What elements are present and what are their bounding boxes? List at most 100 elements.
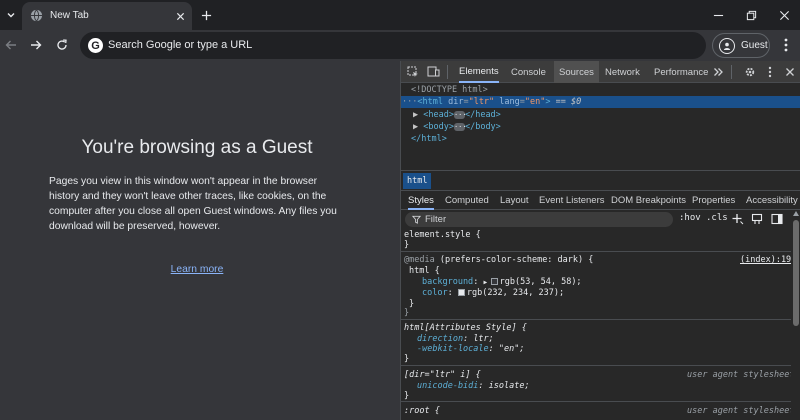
- profile-label: Guest: [741, 40, 768, 51]
- inspect-element-button[interactable]: [405, 64, 421, 80]
- minimize-button[interactable]: [708, 5, 728, 25]
- property-color[interactable]: color: rgb(232, 234, 237);: [422, 288, 564, 299]
- forward-button[interactable]: [26, 35, 46, 55]
- device-toolbar-button[interactable]: [425, 64, 441, 80]
- subtab-computed[interactable]: Computed: [445, 191, 489, 210]
- dom-node-body[interactable]: ▶ <body>···</body>: [401, 121, 800, 133]
- tab-performance[interactable]: Performance: [654, 61, 708, 83]
- html-lang-value: "en": [524, 97, 546, 107]
- gear-icon: [745, 67, 755, 77]
- property-webkit-locale: -webkit-locale: "en";: [417, 344, 525, 354]
- profile-button[interactable]: Guest: [712, 33, 770, 58]
- styles-scrollbar[interactable]: [792, 210, 800, 420]
- subtab-accessibility[interactable]: Accessibility: [746, 191, 798, 210]
- property-background[interactable]: background: ▶ rgb(53, 54, 58);: [422, 277, 582, 288]
- rule-source-link[interactable]: (index):19: [740, 255, 791, 266]
- browser-menu-button[interactable]: [778, 35, 794, 55]
- tab-close-button[interactable]: [172, 8, 188, 24]
- doctype-text: <!DOCTYPE html>: [411, 85, 488, 95]
- tab-network[interactable]: Network: [605, 61, 640, 83]
- double-chevron-right-icon: [713, 68, 723, 76]
- devtools-tabbar: Elements Console Sources Network Perform…: [401, 61, 800, 83]
- devtools-close-button[interactable]: [782, 64, 798, 80]
- class-toggle[interactable]: .cls: [706, 213, 728, 223]
- reload-icon: [57, 39, 67, 50]
- media-query: (prefers-color-scheme: dark) {: [439, 255, 594, 265]
- restore-icon: [746, 10, 756, 20]
- color-swatch[interactable]: [490, 278, 498, 285]
- subtab-layout[interactable]: Layout: [500, 191, 529, 210]
- browser-toolbar: G Search Google or type a URL Guest: [0, 30, 800, 61]
- guest-avatar-icon: [719, 37, 735, 54]
- arrow-left-icon: [5, 40, 16, 50]
- restore-button[interactable]: [741, 5, 761, 25]
- rule-close-brace: }: [404, 354, 410, 364]
- styles-filter-input[interactable]: Filter: [405, 212, 673, 227]
- new-style-rule-icon[interactable]: [732, 213, 744, 225]
- inspect-icon: [407, 66, 418, 77]
- color-swatch[interactable]: [457, 289, 465, 296]
- minimize-icon: [713, 14, 723, 16]
- rule-selector[interactable]: html[Attributes Style] {: [404, 323, 527, 334]
- close-icon: [786, 68, 794, 76]
- tab-console[interactable]: Console: [511, 61, 546, 83]
- user-agent-label: user agent stylesheet: [687, 406, 791, 416]
- tab-title: New Tab: [50, 10, 89, 21]
- toolbar-divider: [731, 65, 732, 79]
- more-tabs-button[interactable]: [710, 64, 726, 80]
- hover-state-toggle[interactable]: :hov: [679, 213, 701, 223]
- device-icon: [427, 66, 439, 77]
- rule-element-style: element.style { }: [401, 228, 791, 252]
- tab-search-button[interactable]: [2, 5, 20, 25]
- html-lang-attr: lang: [499, 97, 520, 107]
- scroll-up-icon[interactable]: [793, 211, 799, 216]
- dom-node-html-close[interactable]: </html>: [401, 133, 800, 145]
- devtools-settings-button[interactable]: [742, 64, 758, 80]
- computed-styles-toggle-icon[interactable]: [751, 213, 763, 225]
- tab-sources[interactable]: Sources: [554, 61, 599, 83]
- subtab-dom-breakpoints[interactable]: DOM Breakpoints: [611, 191, 686, 210]
- subtab-styles[interactable]: Styles: [408, 191, 434, 210]
- scroll-thumb[interactable]: [793, 220, 799, 326]
- sidebar-toggle-icon[interactable]: [771, 213, 783, 225]
- omnibox[interactable]: G Search Google or type a URL: [80, 32, 706, 59]
- dom-node-doctype[interactable]: <!DOCTYPE html>: [401, 84, 800, 96]
- plus-icon: [201, 10, 211, 20]
- tab-elements[interactable]: Elements: [459, 61, 499, 83]
- ellipsis-badge[interactable]: ···: [453, 122, 467, 131]
- rule-selector[interactable]: element.style {: [404, 230, 481, 241]
- guest-description: Pages you view in this window won't appe…: [49, 176, 337, 232]
- dom-node-head[interactable]: ▶ <head>···</head>: [401, 109, 800, 121]
- rule-close-brace: }: [409, 299, 415, 309]
- expand-triangle-icon[interactable]: ▶: [413, 122, 418, 132]
- subtab-properties[interactable]: Properties: [692, 191, 735, 210]
- close-icon: [779, 10, 789, 20]
- close-window-button[interactable]: [774, 5, 794, 25]
- filter-icon: [412, 215, 421, 224]
- filter-placeholder: Filter: [425, 214, 447, 225]
- rule-root: :root { user agent stylesheet: [401, 402, 791, 420]
- rule-selector[interactable]: [dir="ltr" i] {: [404, 370, 481, 381]
- tab-new-tab[interactable]: New Tab: [22, 2, 192, 30]
- rule-selector[interactable]: html {: [409, 266, 440, 277]
- back-button[interactable]: [1, 35, 21, 55]
- omnibox-placeholder: Search Google or type a URL: [108, 39, 253, 51]
- styles-subtabbar: Styles Computed Layout Event Listeners D…: [401, 190, 800, 210]
- expand-triangle-icon[interactable]: ▶: [413, 110, 418, 120]
- html-dir-attr: dir: [448, 97, 464, 107]
- rule-selector[interactable]: :root {: [404, 406, 440, 417]
- devtools-menu-button[interactable]: [762, 64, 778, 80]
- close-icon: [176, 12, 184, 20]
- rule-media-dark: @media (prefers-color-scheme: dark) { (i…: [401, 252, 791, 320]
- new-tab-button[interactable]: [197, 6, 215, 24]
- breadcrumb-html[interactable]: html: [403, 173, 432, 189]
- reload-button[interactable]: [52, 35, 72, 55]
- ellipsis-badge[interactable]: ···: [453, 110, 467, 119]
- styles-pane: element.style { } @media (prefers-color-…: [401, 228, 791, 420]
- expand-triangle-icon[interactable]: ▶: [483, 279, 490, 286]
- user-agent-label: user agent stylesheet: [687, 370, 791, 380]
- learn-more-link[interactable]: Learn more: [0, 264, 394, 275]
- rule-close-brace: }: [404, 391, 410, 401]
- subtab-event-listeners[interactable]: Event Listeners: [539, 191, 604, 210]
- dom-node-html[interactable]: ···<html dir="ltr" lang="en"> == $0: [401, 96, 800, 108]
